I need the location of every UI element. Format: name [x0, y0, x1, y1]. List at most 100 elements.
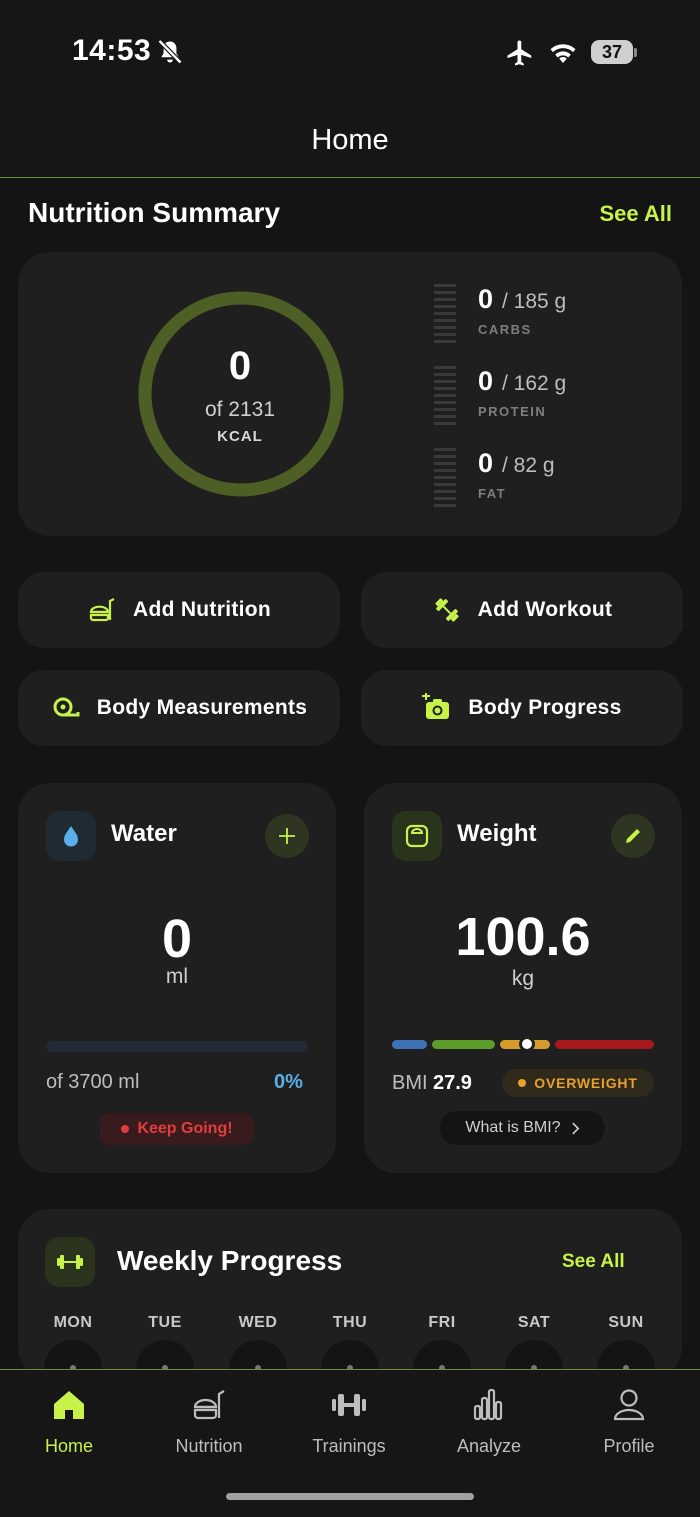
protein-value: 0 — [478, 366, 494, 396]
battery-level: 37 — [591, 40, 633, 64]
water-status-text: Keep Going! — [137, 1120, 233, 1137]
bmi-help-label: What is BMI? — [465, 1119, 561, 1136]
dumbbell-icon — [332, 1394, 366, 1416]
fat-gauge — [434, 448, 456, 508]
battery-icon: 37 — [591, 40, 637, 64]
tab-trainings[interactable]: Trainings — [289, 1386, 409, 1457]
water-unit: ml — [165, 965, 189, 988]
bmi-marker — [519, 1036, 535, 1052]
water-drop-icon — [64, 826, 78, 847]
tab-analyze-label: Analyze — [456, 1436, 522, 1456]
bmi-value: 27.9 — [433, 1072, 472, 1094]
pencil-icon — [626, 829, 640, 843]
tab-home-label: Home — [44, 1436, 93, 1456]
add-nutrition-label: Add Nutrition — [132, 598, 272, 621]
what-is-bmi-button[interactable]: What is BMI? — [440, 1111, 605, 1145]
tape-measure-icon — [53, 697, 80, 717]
add-workout-button[interactable]: Add Workout — [361, 572, 683, 648]
protein-label: PROTEIN — [478, 404, 547, 419]
day-label: TUE — [148, 1314, 182, 1331]
home-indicator — [226, 1493, 474, 1500]
bmi-category-text: OVERWEIGHT — [534, 1075, 638, 1091]
scale-icon — [405, 824, 429, 848]
macro-fat: 0 / 82 g FAT — [434, 448, 664, 508]
carbs-gauge — [434, 284, 456, 344]
carbs-label: CARBS — [478, 322, 532, 337]
water-icon-box — [46, 811, 96, 861]
weekly-see-all-link[interactable]: See All — [562, 1251, 625, 1273]
tab-nutrition-label: Nutrition — [175, 1436, 243, 1456]
airplane-icon — [507, 40, 532, 66]
bmi-label: BMI — [392, 1072, 428, 1094]
tab-nutrition[interactable]: Nutrition — [149, 1386, 269, 1457]
add-nutrition-button[interactable]: Add Nutrition — [18, 572, 340, 648]
macro-carbs: 0 / 185 g CARBS — [434, 284, 664, 344]
water-status-badge: Keep Going! — [100, 1113, 254, 1145]
edit-weight-button[interactable] — [611, 814, 655, 858]
water-title: Water — [111, 820, 177, 847]
bmi-normal-segment — [432, 1040, 495, 1049]
status-dot — [121, 1125, 130, 1133]
tab-home[interactable]: Home — [9, 1386, 129, 1457]
home-icon — [54, 1391, 84, 1419]
weight-icon-box — [392, 811, 442, 861]
chevron-right-icon — [571, 1122, 579, 1134]
page-title: Home — [311, 124, 389, 156]
weight-value: 100.6 — [455, 907, 591, 967]
body-progress-button[interactable]: Body Progress — [361, 670, 683, 746]
carbs-value: 0 — [478, 284, 494, 314]
day-label: MON — [53, 1314, 93, 1331]
weight-unit: kg — [511, 967, 535, 990]
food-icon — [89, 598, 115, 622]
fat-goal: / 82 g — [502, 454, 555, 477]
day-label: FRI — [428, 1314, 456, 1331]
user-icon — [613, 1389, 645, 1421]
bmi-obese-segment — [555, 1040, 654, 1049]
dumbbell-icon — [435, 598, 459, 622]
food-icon — [193, 1390, 225, 1420]
water-goal: of 3700 ml — [46, 1071, 140, 1093]
calorie-ring — [138, 291, 344, 497]
day-label: WED — [238, 1314, 278, 1331]
body-measurements-label: Body Measurements — [96, 696, 308, 719]
wifi-icon — [550, 44, 576, 63]
nutrition-summary-title: Nutrition Summary — [28, 197, 281, 228]
status-dot — [518, 1079, 527, 1087]
tab-profile[interactable]: Profile — [569, 1386, 689, 1457]
day-label: THU — [332, 1314, 368, 1331]
weight-title: Weight — [457, 820, 537, 847]
add-water-button[interactable] — [265, 814, 309, 858]
nav-header: Home — [0, 100, 700, 178]
water-value: 0 — [161, 909, 193, 969]
kcal-goal: of 2131 — [204, 398, 276, 421]
protein-goal: / 162 g — [502, 372, 567, 395]
carbs-goal: / 185 g — [502, 290, 567, 313]
tab-trainings-label: Trainings — [312, 1436, 386, 1456]
macro-protein: 0 / 162 g PROTEIN — [434, 366, 664, 426]
protein-gauge — [434, 366, 456, 426]
fat-value: 0 — [478, 448, 494, 478]
kcal-value: 0 — [228, 344, 252, 388]
weekly-progress-title: Weekly Progress — [117, 1245, 343, 1276]
water-progress-bar — [46, 1041, 308, 1052]
status-time: 14:53 — [72, 34, 152, 67]
body-measurements-button[interactable]: Body Measurements — [18, 670, 340, 746]
water-percent: 0% — [274, 1071, 303, 1093]
nutrition-see-all-link[interactable]: See All — [599, 201, 672, 227]
fat-label: FAT — [478, 486, 507, 501]
body-progress-label: Body Progress — [468, 696, 622, 719]
plus-icon — [279, 828, 295, 844]
bmi-category-badge: OVERWEIGHT — [502, 1069, 654, 1097]
dumbbell-icon — [57, 1255, 83, 1269]
camera-add-icon — [422, 693, 450, 719]
tab-profile-label: Profile — [603, 1436, 655, 1456]
bar-chart-icon — [473, 1388, 503, 1421]
add-workout-label: Add Workout — [477, 598, 613, 621]
day-label: SAT — [517, 1314, 551, 1331]
tab-analyze[interactable]: Analyze — [429, 1386, 549, 1457]
weekly-icon-box — [45, 1237, 95, 1287]
bmi-underweight-segment — [392, 1040, 427, 1049]
status-bar: 14:53 37 — [0, 0, 700, 100]
kcal-unit: KCAL — [217, 428, 263, 445]
bell-muted-icon — [157, 39, 183, 65]
